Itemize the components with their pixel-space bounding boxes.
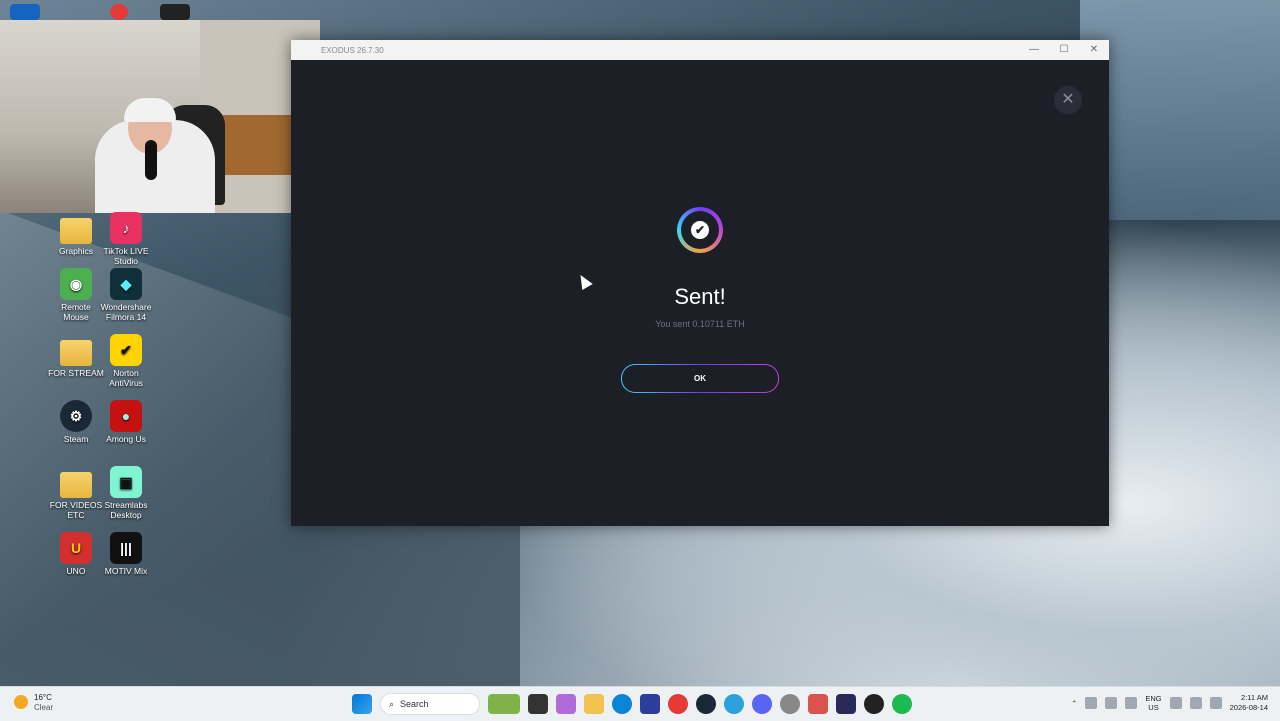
telegram-icon[interactable] <box>724 694 744 714</box>
chrome-icon[interactable] <box>668 694 688 714</box>
desktop-icon-among-us[interactable]: ● Among Us <box>98 400 154 444</box>
window-close-button[interactable]: ✕ <box>1079 40 1109 60</box>
dialog-heading: Sent! <box>674 284 726 309</box>
webcam-overlay <box>0 20 320 213</box>
battery-icon[interactable] <box>1209 697 1222 709</box>
file-explorer-icon[interactable] <box>584 694 604 714</box>
network-icon[interactable] <box>1105 697 1118 709</box>
desktop-icon-remote-mouse[interactable]: ◉ Remote Mouse <box>48 268 104 322</box>
microphone-icon[interactable] <box>1125 697 1138 709</box>
remote-mouse-icon: ◉ <box>60 268 92 300</box>
taskbar: 16°C Clear ⌕ Search ⌃ ENG US 2:11 AM 2026-0… <box>0 686 1280 721</box>
steam-icon: ⚙ <box>60 400 92 432</box>
taskbar-search[interactable]: ⌕ Search <box>380 693 480 715</box>
window-title: EXODUS 26.7.30 <box>321 45 384 55</box>
app-icon[interactable] <box>640 694 660 714</box>
copilot-icon[interactable] <box>556 694 576 714</box>
checkmark-icon: ✔ <box>691 221 709 239</box>
taskbar-apps: ⌕ Search <box>352 693 912 715</box>
settings-gear-icon[interactable] <box>780 694 800 714</box>
widget-icon[interactable] <box>488 694 520 714</box>
desktop-icon-graphics[interactable]: Graphics <box>48 212 104 256</box>
uno-icon: U <box>60 532 92 564</box>
top-desktop-icons <box>10 0 200 20</box>
app-icon[interactable] <box>10 4 40 20</box>
weather-condition: Clear <box>34 703 54 712</box>
weather-sun-icon <box>14 695 28 709</box>
maximize-button[interactable]: ☐ <box>1049 40 1079 60</box>
wifi-icon[interactable] <box>1169 697 1182 709</box>
desktop-icon-filmora[interactable]: ◆ Wondershare Filmora 14 <box>98 268 154 322</box>
system-tray: ⌃ ENG US 2:11 AM 2026-08-14 <box>1071 693 1268 713</box>
volume-icon[interactable] <box>1189 697 1202 709</box>
steam-icon[interactable] <box>696 694 716 714</box>
motiv-mix-icon: ||| <box>110 532 142 564</box>
desktop-icon-norton[interactable]: ✔ Norton AntiVirus <box>98 334 154 388</box>
desktop-icon-for-stream[interactable]: FOR STREAM <box>48 334 104 378</box>
desktop-icon-streamlabs[interactable]: ▣ Streamlabs Desktop <box>98 466 154 520</box>
search-icon: ⌕ <box>389 698 395 709</box>
ok-button[interactable]: OK <box>621 364 779 393</box>
snipping-tool-icon[interactable] <box>808 694 828 714</box>
filmora-icon: ◆ <box>110 268 142 300</box>
language-indicator[interactable]: ENG US <box>1145 694 1161 712</box>
exodus-window: EXODUS 26.7.30 — ☐ ✕ ✕ ✔ Sent! You sent … <box>291 40 1109 526</box>
among-us-icon: ● <box>110 400 142 432</box>
desktop-icon-uno[interactable]: U UNO <box>48 532 104 576</box>
norton-icon: ✔ <box>110 334 142 366</box>
start-icon[interactable] <box>352 694 372 714</box>
desktop-icon-steam[interactable]: ⚙ Steam <box>48 400 104 444</box>
spotify-icon[interactable] <box>892 694 912 714</box>
exodus-icon[interactable] <box>836 694 856 714</box>
dialog-close-icon[interactable]: ✕ <box>1054 86 1082 114</box>
discord-icon[interactable] <box>752 694 772 714</box>
search-placeholder: Search <box>400 699 429 709</box>
success-check-icon: ✔ <box>677 207 723 253</box>
streamlabs-icon: ▣ <box>110 466 142 498</box>
chrome-icon[interactable] <box>110 4 128 20</box>
task-view-icon[interactable] <box>528 694 548 714</box>
desktop-icon-motiv-mix[interactable]: ||| MOTIV Mix <box>98 532 154 576</box>
minimize-button[interactable]: — <box>1019 40 1049 60</box>
desktop-icon-for-videos[interactable]: FOR VIDEOS ETC <box>48 466 104 520</box>
sky-background <box>1080 0 1280 220</box>
folder-icon <box>60 472 92 498</box>
dialog-message: You sent 0.10711 ETH <box>655 319 745 329</box>
folder-icon <box>60 218 92 244</box>
clock[interactable]: 2:11 AM 2026-08-14 <box>1230 693 1268 713</box>
tiktok-icon: ♪ <box>110 212 142 244</box>
window-titlebar[interactable]: EXODUS 26.7.30 — ☐ ✕ <box>291 40 1109 60</box>
sync-icon[interactable] <box>1085 697 1098 709</box>
app-icon[interactable] <box>864 694 884 714</box>
desktop-icon-tiktok[interactable]: ♪ TikTok LIVE Studio <box>98 212 154 266</box>
weather-temp: 16°C <box>34 693 52 702</box>
nvidia-icon[interactable] <box>160 4 190 20</box>
chevron-up-icon[interactable]: ⌃ <box>1071 699 1077 708</box>
folder-icon <box>60 340 92 366</box>
edge-icon[interactable] <box>612 694 632 714</box>
